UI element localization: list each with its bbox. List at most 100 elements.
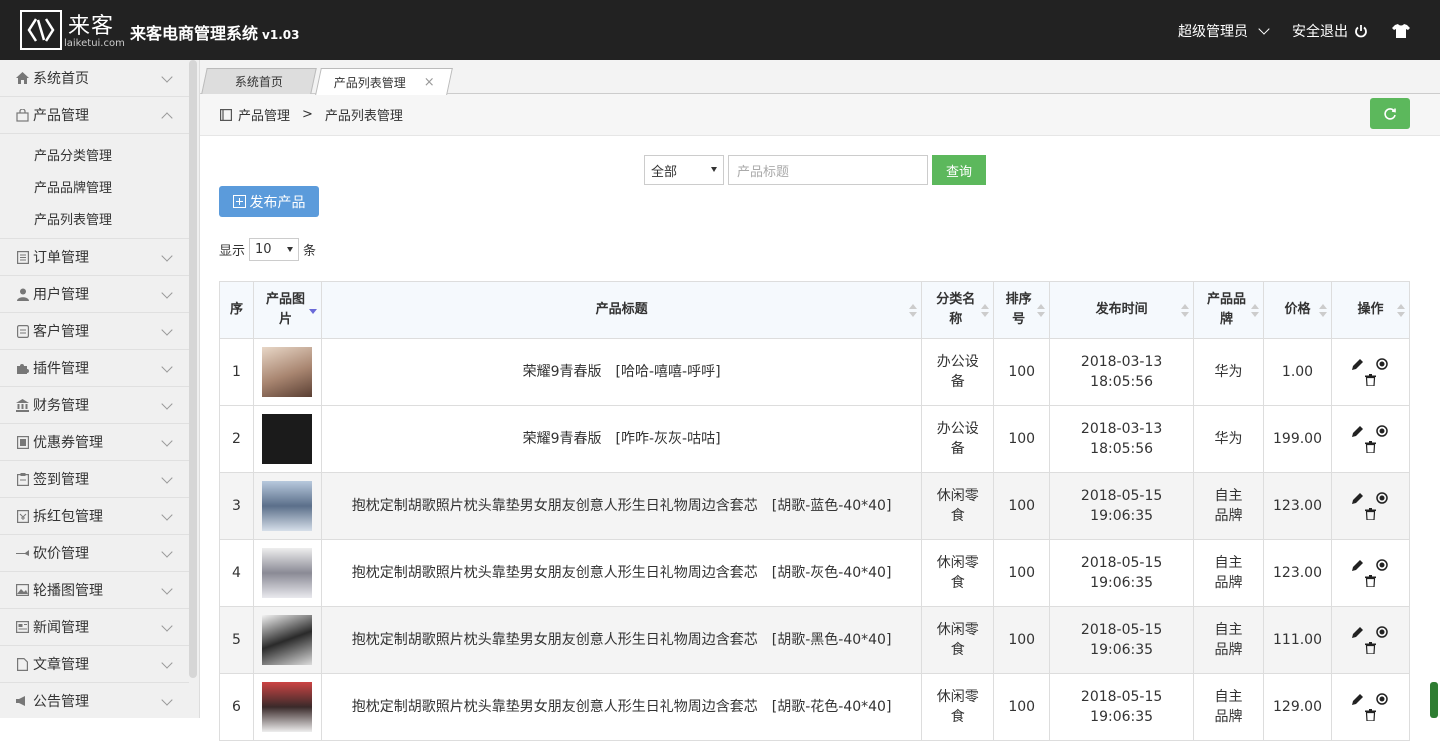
sidebar-scrollbar[interactable] <box>189 60 197 678</box>
tab-home[interactable]: 系统首页 <box>201 68 317 94</box>
plus-square-icon <box>232 195 246 208</box>
sidebar-item-coupons[interactable]: 优惠券管理 <box>0 424 189 461</box>
tshirt-icon[interactable] <box>1392 24 1410 38</box>
product-thumbnail[interactable] <box>262 682 313 732</box>
app-name: 来客电商管理系统 <box>130 24 259 43</box>
sidebar-item-banner[interactable]: 轮播图管理 <box>0 572 189 609</box>
edit-icon[interactable] <box>1352 492 1364 504</box>
chevron-down-icon <box>161 287 173 299</box>
trash-icon[interactable] <box>1364 441 1376 453</box>
page-scrollbar[interactable] <box>1430 682 1438 718</box>
cell-category: 休闲零食 <box>921 539 995 607</box>
page-size-control: 显示 10 条 <box>219 238 316 261</box>
sidebar-item-customers[interactable]: 客户管理 <box>0 313 189 350</box>
table-row: 1 荣耀9青春版 [哈哈-嘻嘻-呼呼] 办公设备 100 2018-03-13 1… <box>219 338 1411 406</box>
edit-icon[interactable] <box>1352 425 1364 437</box>
view-icon[interactable] <box>1376 693 1389 705</box>
sidebar-item-checkin[interactable]: 签到管理 <box>0 461 189 498</box>
cell-sort: 100 <box>993 539 1051 607</box>
logout-button[interactable]: 安全退出 <box>1292 21 1368 41</box>
header-brand[interactable]: 产品品牌 <box>1193 281 1265 339</box>
list-icon <box>16 250 29 264</box>
file-icon <box>16 657 29 671</box>
sidebar-item-orders[interactable]: 订单管理 <box>0 239 189 276</box>
cell-date: 2018-05-15 19:06:35 <box>1049 539 1195 607</box>
sidebar-item-news[interactable]: 新闻管理 <box>0 609 189 646</box>
view-icon[interactable] <box>1376 492 1389 504</box>
sidebar-item-plugins[interactable]: 插件管理 <box>0 350 189 387</box>
edit-icon[interactable] <box>1352 693 1364 705</box>
sort-icon <box>1397 304 1405 318</box>
table-row: 4 抱枕定制胡歌照片枕头靠垫男女朋友创意人形生日礼物周边含套芯 [胡歌-灰色-4… <box>219 539 1411 607</box>
category-select[interactable]: 全部 <box>644 155 724 185</box>
sidebar-item-label: 插件管理 <box>33 361 89 377</box>
header-date[interactable]: 发布时间 <box>1049 281 1195 339</box>
sidebar-subitem-list[interactable]: 产品列表管理 <box>0 202 189 234</box>
chevron-down-icon <box>161 398 173 410</box>
filter-bar: 全部 产品标题 查询 <box>644 155 986 185</box>
sidebar-subitem-brand[interactable]: 产品品牌管理 <box>0 170 189 202</box>
sidebar-item-articles[interactable]: 文章管理 <box>0 646 189 683</box>
sidebar-item-finance[interactable]: 财务管理 <box>0 387 189 424</box>
cell-sort: 100 <box>993 673 1051 741</box>
tab-product-list[interactable]: 产品列表管理 × <box>315 68 453 95</box>
cell-date: 2018-03-13 18:05:56 <box>1049 405 1195 473</box>
product-thumbnail[interactable] <box>262 347 313 397</box>
user-menu[interactable]: 超级管理员 <box>1178 21 1270 41</box>
product-thumbnail[interactable] <box>262 414 313 464</box>
sidebar-item-users[interactable]: 用户管理 <box>0 276 189 313</box>
close-icon[interactable]: × <box>423 75 434 90</box>
chevron-down-icon <box>161 509 173 521</box>
trash-icon[interactable] <box>1364 575 1376 587</box>
cell-price: 111.00 <box>1263 606 1332 674</box>
product-thumbnail[interactable] <box>262 615 313 665</box>
chevron-down-icon <box>161 657 173 669</box>
header-title[interactable]: 产品标题 <box>320 281 923 339</box>
publish-product-button[interactable]: 发布产品 <box>219 186 319 217</box>
header-price[interactable]: 价格 <box>1263 281 1332 339</box>
sidebar-item-notices[interactable]: 公告管理 <box>0 683 189 718</box>
header-category[interactable]: 分类名称 <box>921 281 995 339</box>
edit-icon[interactable] <box>1352 358 1364 370</box>
tab-label: 系统首页 <box>234 75 283 89</box>
refresh-button[interactable] <box>1370 98 1410 129</box>
chevron-down-icon <box>161 694 173 706</box>
sidebar-item-label: 砍价管理 <box>33 546 89 562</box>
view-icon[interactable] <box>1376 626 1389 638</box>
megaphone-icon <box>16 695 29 708</box>
sidebar-item-products[interactable]: 产品管理 <box>0 97 189 134</box>
trash-icon[interactable] <box>1364 374 1376 386</box>
trash-icon[interactable] <box>1364 709 1376 721</box>
product-thumbnail[interactable] <box>262 481 313 531</box>
sidebar-item-redpacket[interactable]: 拆红包管理 <box>0 498 189 535</box>
view-icon[interactable] <box>1376 358 1389 370</box>
cell-category: 休闲零食 <box>921 472 995 540</box>
sidebar-item-label: 财务管理 <box>33 398 89 414</box>
product-thumbnail[interactable] <box>262 548 313 598</box>
chevron-down-icon <box>161 324 173 336</box>
edit-icon[interactable] <box>1352 626 1364 638</box>
page-size-select[interactable]: 10 <box>249 238 300 261</box>
sort-icon <box>1037 304 1046 318</box>
breadcrumb-level1[interactable]: 产品管理 <box>238 105 290 124</box>
sidebar-subitem-category[interactable]: 产品分类管理 <box>0 138 189 170</box>
sort-desc-icon <box>308 304 317 318</box>
bank-icon <box>16 398 29 412</box>
view-icon[interactable] <box>1376 425 1389 437</box>
trash-icon[interactable] <box>1364 508 1376 520</box>
product-title-input[interactable]: 产品标题 <box>728 155 928 185</box>
edit-icon[interactable] <box>1352 559 1364 571</box>
header-sort[interactable]: 排序号 <box>993 281 1051 339</box>
header-image[interactable]: 产品图片 <box>252 281 322 339</box>
trash-icon[interactable] <box>1364 642 1376 654</box>
cell-image <box>252 338 322 406</box>
sidebar-item-bargain[interactable]: 砍价管理 <box>0 535 189 572</box>
home-icon <box>16 72 29 85</box>
query-button[interactable]: 查询 <box>932 155 986 185</box>
header-index[interactable]: 序 <box>219 281 254 339</box>
sidebar-item-label: 公告管理 <box>33 694 89 710</box>
view-icon[interactable] <box>1376 559 1389 571</box>
header-actions[interactable]: 操作 <box>1330 281 1411 339</box>
cell-brand: 自主品牌 <box>1193 673 1265 741</box>
sidebar-item-home[interactable]: 系统首页 <box>0 60 189 97</box>
